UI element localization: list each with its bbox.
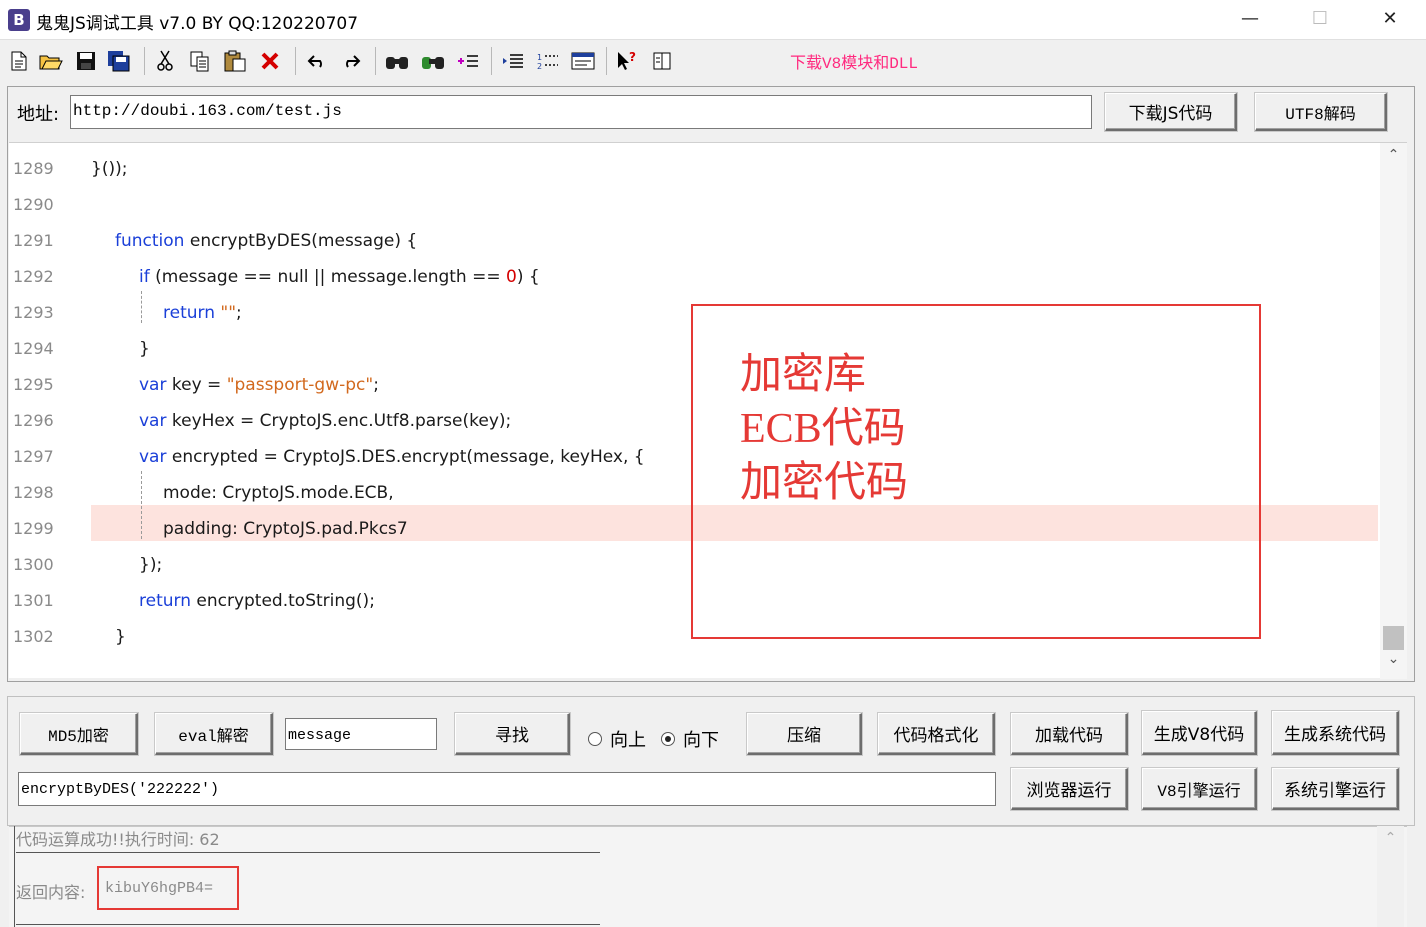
replace-icon[interactable]	[455, 48, 481, 74]
download-js-button[interactable]: 下载JS代码	[1105, 93, 1237, 131]
line-number: 1290	[13, 195, 54, 214]
return-highlight-box	[97, 866, 239, 910]
indent-guide	[141, 291, 142, 323]
generate-system-code-button[interactable]: 生成系统代码	[1272, 711, 1399, 755]
call-expression-input[interactable]: encryptByDES('222222')	[18, 772, 996, 806]
svg-text:?: ?	[629, 50, 636, 64]
system-engine-run-button[interactable]: 系统引擎运行	[1272, 768, 1399, 810]
undo-icon[interactable]	[304, 48, 330, 74]
code-line: }	[115, 627, 126, 647]
toolbar: 12 ?	[0, 41, 1426, 81]
cut-icon[interactable]	[152, 48, 178, 74]
code-line: function encryptByDES(message) {	[115, 231, 418, 251]
output-divider	[16, 924, 600, 925]
code-line: return "";	[163, 303, 242, 323]
code-line: var key = "passport-gw-pc";	[139, 375, 379, 395]
find-icon[interactable]	[384, 48, 410, 74]
radio-down[interactable]: 向下	[661, 726, 719, 752]
line-number: 1294	[13, 339, 54, 358]
format-code-button[interactable]: 代码格式化	[878, 713, 995, 755]
compress-button[interactable]: 压缩	[747, 713, 862, 755]
line-number: 1289	[13, 159, 54, 178]
find-next-icon[interactable]	[420, 48, 446, 74]
radio-up-dot[interactable]	[588, 732, 602, 746]
address-label: 地址:	[17, 104, 60, 125]
utf8-decode-button[interactable]: UTF8解码	[1255, 93, 1387, 131]
line-number: 1299	[13, 519, 54, 538]
line-number: 1300	[13, 555, 54, 574]
annotation-line-3: 加密代码	[740, 460, 909, 506]
line-number: 1296	[13, 411, 54, 430]
load-code-button[interactable]: 加载代码	[1011, 713, 1128, 755]
help-cursor-icon[interactable]: ?	[615, 48, 641, 74]
radio-down-label: 向下	[683, 730, 719, 751]
output-divider	[16, 852, 600, 853]
title-bar: B 鬼鬼JS调试工具 v7.0 BY QQ:120220707 — ☐ ✕	[0, 0, 1426, 40]
svg-text:2: 2	[537, 62, 542, 71]
maximize-button[interactable]: ☐	[1285, 0, 1355, 40]
line-number: 1302	[13, 627, 54, 646]
save-all-icon[interactable]	[106, 48, 132, 74]
line-number: 1298	[13, 483, 54, 502]
scroll-up-icon[interactable]: ⌃	[1380, 147, 1407, 171]
code-line: }	[139, 339, 150, 359]
new-file-icon[interactable]	[6, 48, 32, 74]
delete-icon[interactable]	[257, 48, 283, 74]
scroll-down-icon[interactable]: ⌄	[1380, 651, 1407, 675]
eval-decrypt-button[interactable]: eval解密	[155, 713, 273, 755]
editor-scrollbar[interactable]: ⌃ ⌄	[1380, 143, 1407, 679]
browser-run-button[interactable]: 浏览器运行	[1011, 768, 1128, 810]
radio-down-dot[interactable]	[661, 732, 675, 746]
indent-icon[interactable]	[500, 48, 526, 74]
code-line: });	[139, 555, 163, 575]
radio-up[interactable]: 向上	[588, 726, 646, 752]
code-line: mode: CryptoJS.mode.ECB,	[163, 483, 394, 503]
code-line: }());	[91, 159, 128, 179]
window-icon[interactable]	[570, 48, 596, 74]
indent-guide	[141, 471, 142, 539]
panel-icon[interactable]	[650, 48, 676, 74]
output-scroll-up-icon[interactable]: ⌃	[1377, 830, 1404, 846]
line-number: 1295	[13, 375, 54, 394]
download-v8-link[interactable]: 下载V8模块和DLL	[790, 49, 918, 73]
line-numbers-icon[interactable]: 12	[535, 48, 561, 74]
annotation-line-1: 加密库	[740, 352, 867, 398]
save-icon[interactable]	[73, 48, 99, 74]
minimize-button[interactable]: —	[1215, 0, 1285, 40]
v8-engine-run-button[interactable]: V8引擎运行	[1142, 768, 1257, 810]
scroll-thumb[interactable]	[1383, 626, 1404, 650]
radio-up-label: 向上	[610, 730, 646, 751]
line-number: 1292	[13, 267, 54, 286]
window-title: 鬼鬼JS调试工具 v7.0 BY QQ:120220707	[36, 14, 359, 34]
status-text: 代码运算成功!!执行时间: 62	[16, 830, 220, 849]
open-folder-icon[interactable]	[38, 48, 64, 74]
line-number: 1293	[13, 303, 54, 322]
find-button[interactable]: 寻找	[455, 713, 570, 755]
line-number: 1291	[13, 231, 54, 250]
code-line: return encrypted.toString();	[139, 591, 375, 611]
copy-icon[interactable]	[187, 48, 213, 74]
code-line: var keyHex = CryptoJS.enc.Utf8.parse(key…	[139, 411, 512, 431]
search-input[interactable]: message	[285, 718, 437, 750]
generate-v8-code-button[interactable]: 生成V8代码	[1142, 711, 1257, 755]
output-scrollbar[interactable]: ⌃	[1377, 826, 1404, 927]
line-gutter: 1289 1290 1291 1292 1293 1294 1295 1296 …	[9, 143, 69, 678]
return-label: 返回内容:	[16, 883, 86, 902]
paste-icon[interactable]	[222, 48, 248, 74]
address-input[interactable]: http://doubi.163.com/test.js	[70, 95, 1092, 129]
svg-text:1: 1	[537, 53, 542, 62]
line-number: 1301	[13, 591, 54, 610]
close-button[interactable]: ✕	[1355, 0, 1425, 40]
app-icon: B	[8, 9, 30, 31]
code-line: var encrypted = CryptoJS.DES.encrypt(mes…	[139, 447, 645, 467]
md5-encrypt-button[interactable]: MD5加密	[20, 713, 138, 755]
output-border	[14, 826, 15, 927]
redo-icon[interactable]	[338, 48, 364, 74]
annotation-line-2: ECB代码	[740, 406, 906, 452]
line-number: 1297	[13, 447, 54, 466]
code-line: padding: CryptoJS.pad.Pkcs7	[163, 519, 408, 539]
code-line: if (message == null || message.length ==…	[139, 267, 540, 287]
